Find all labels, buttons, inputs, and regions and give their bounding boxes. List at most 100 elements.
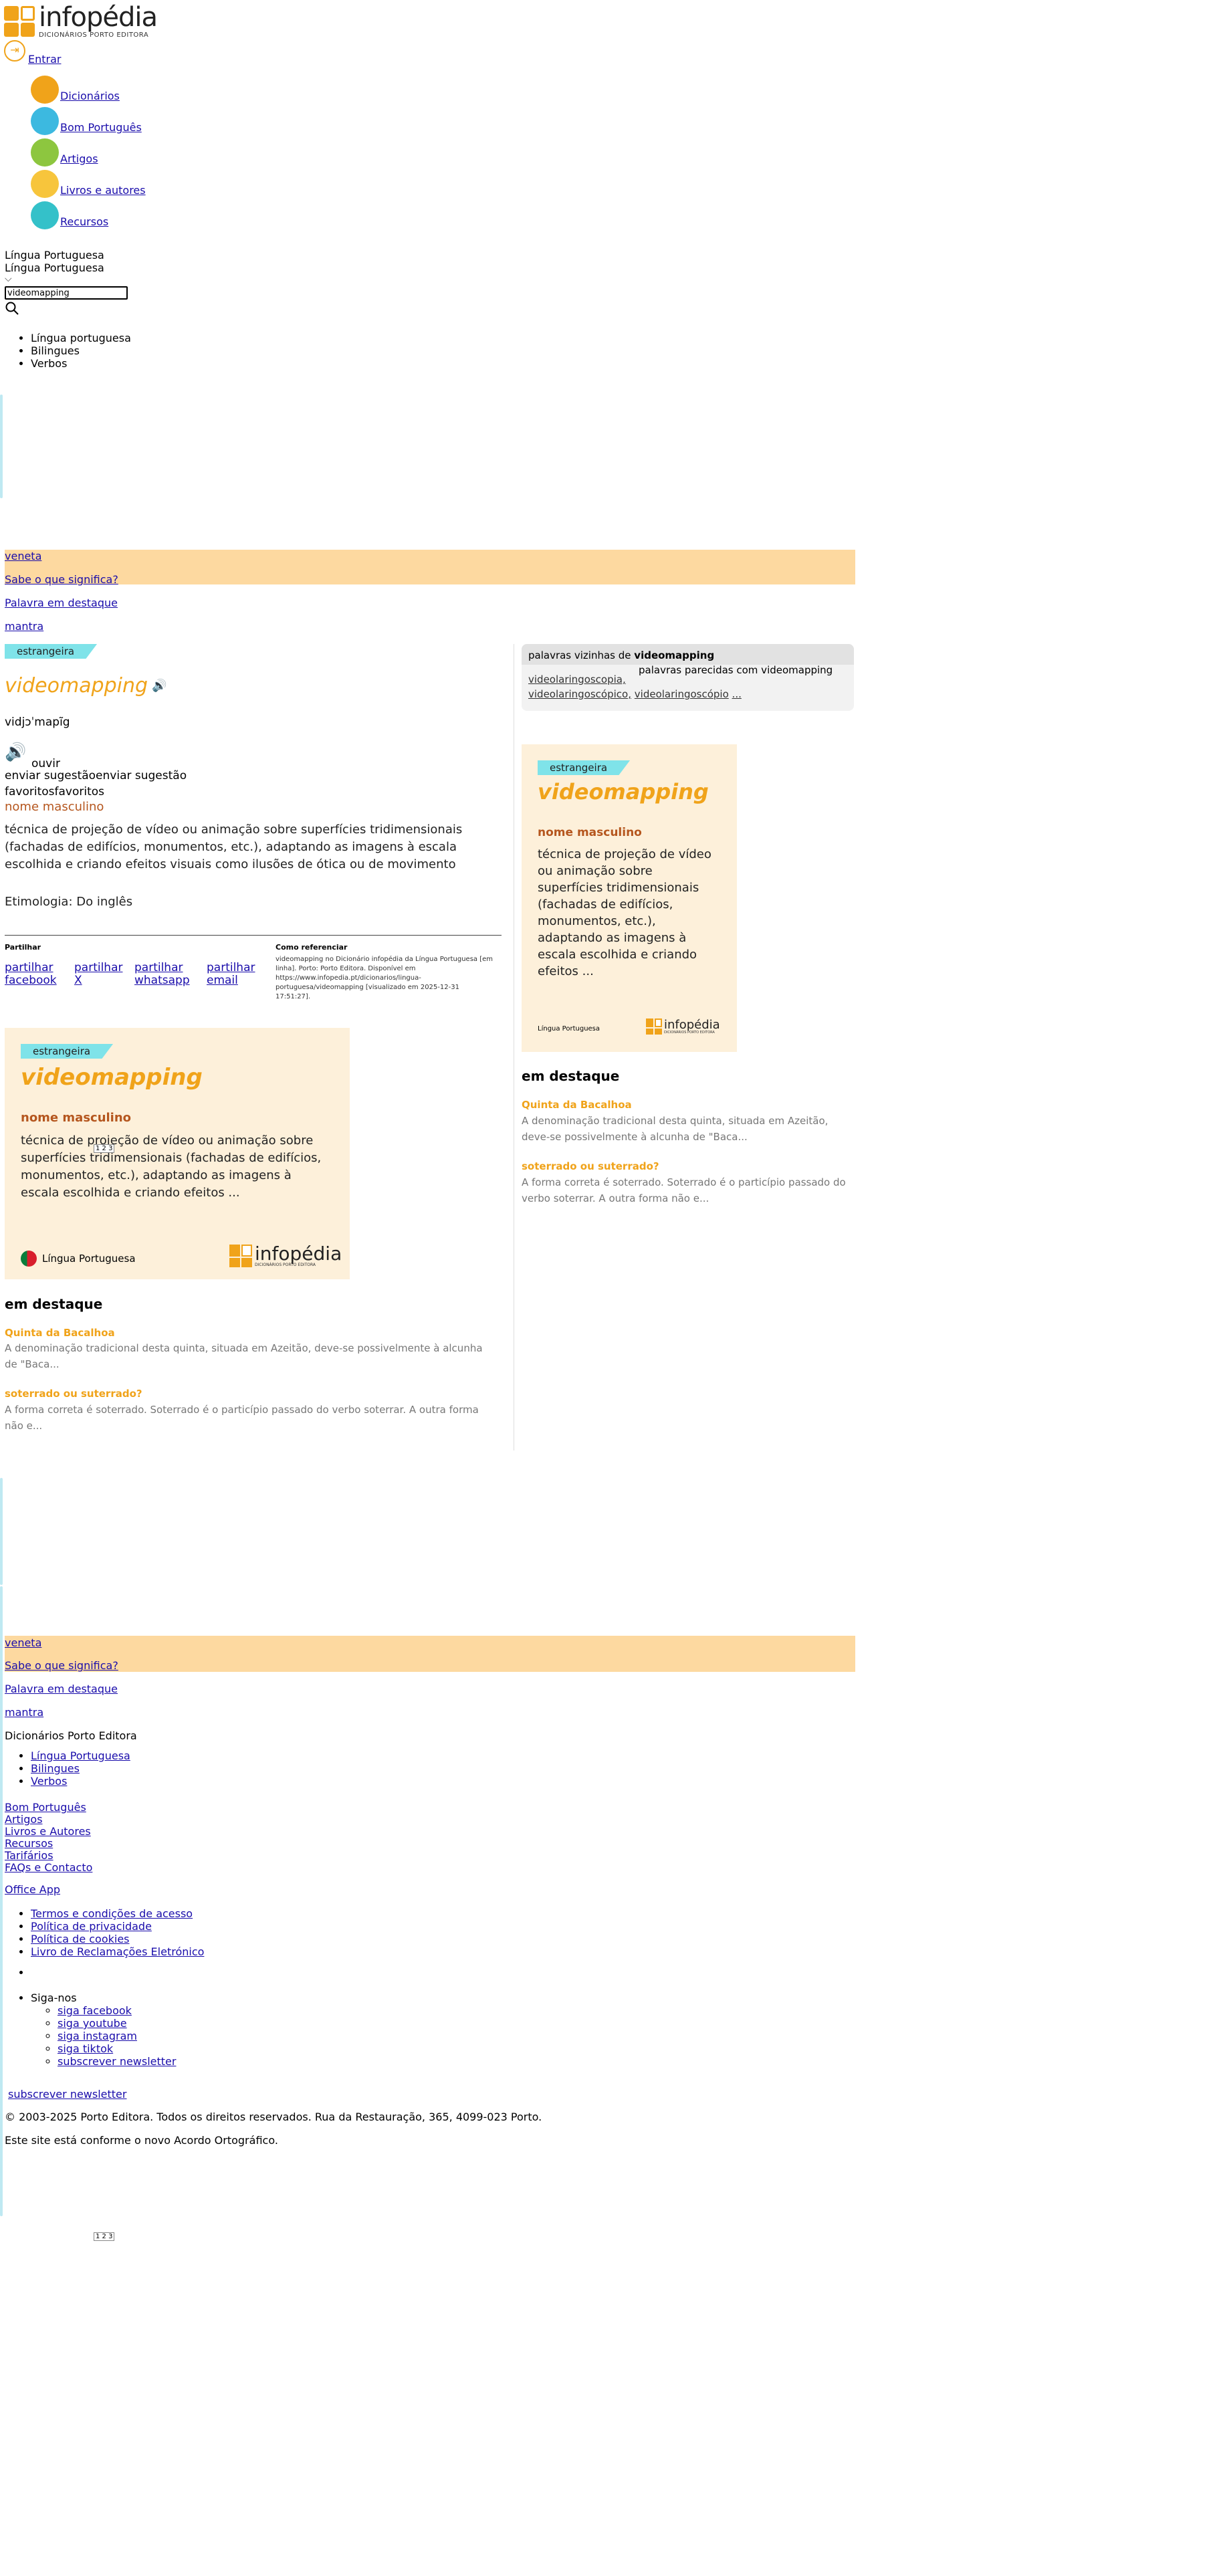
nav-link-bom-portugues[interactable]: Bom Português (60, 121, 142, 134)
nav-link-dictionaries[interactable]: Dicionários (60, 90, 120, 102)
search-option[interactable]: Verbos (31, 357, 131, 370)
promo-link[interactable]: veneta (5, 550, 41, 562)
sidebar-highlights-title: em destaque (522, 1068, 620, 1084)
search-icon[interactable] (5, 301, 19, 318)
ad-placeholder (0, 1478, 3, 1585)
promo-link[interactable]: Palavra em destaque (5, 597, 118, 609)
share-email-link[interactable]: partilhar email (207, 962, 260, 987)
definition: técnica de projeção de vídeo ou animação… (5, 823, 463, 871)
resources-icon (31, 201, 59, 229)
sidebar-highlight-link[interactable]: soterrado ou suterrado? (522, 1160, 659, 1172)
etymology: Etimologia: Do inglês (5, 895, 133, 909)
legal-link[interactable]: Política de cookies (31, 1933, 130, 1945)
footer-link[interactable]: Tarifários (5, 1850, 92, 1862)
neighbor-word-link[interactable]: videolaringoscopia, (528, 673, 626, 685)
nav-item-articles[interactable]: Artigos (31, 136, 146, 168)
logo-name: infopédia (39, 2, 158, 33)
neighbors-more-link[interactable]: ... (732, 688, 742, 700)
sidebar-card-headword: videomapping (538, 779, 709, 804)
legal-link[interactable]: Livro de Reclamações Eletrónico (31, 1945, 204, 1958)
login-link[interactable]: Entrar (28, 53, 61, 66)
share-facebook-link[interactable]: partilhar facebook (5, 962, 66, 987)
legal-link[interactable]: Política de privacidade (31, 1920, 152, 1933)
ad-placeholder (0, 1586, 3, 2216)
brand-logo-icon (229, 1245, 252, 1267)
nav-item-resources[interactable]: Recursos (31, 199, 146, 231)
footer-dictionaries: Língua Portuguesa Bilingues Verbos (15, 1749, 130, 1788)
search-options: Língua portuguesa Bilingues Verbos (15, 332, 131, 370)
entry-tag: estrangeira (5, 644, 98, 659)
login-area[interactable]: ⇥ (4, 40, 25, 62)
office-app-link[interactable]: Office App (5, 1883, 60, 1896)
suggest-button[interactable]: enviar sugestãoenviar sugestão (5, 769, 187, 782)
footer-spacer (31, 1966, 176, 1992)
highlight-text: A forma correta é soterrado. Soterrado é… (5, 1404, 479, 1432)
tiktok-icon[interactable]: siga tiktok (58, 2042, 113, 2055)
entry-headword: videomapping (5, 674, 148, 697)
promo-link[interactable]: mantra (5, 620, 43, 633)
promo-link[interactable]: mantra (5, 1706, 43, 1719)
footer-dict-link[interactable]: Verbos (31, 1775, 67, 1788)
sidebar-highlight-text: A denominação tradicional desta quinta, … (522, 1115, 829, 1143)
cite-text: videomapping no Dicionário infopédia da … (276, 956, 493, 1000)
login-icon: ⇥ (4, 40, 25, 62)
sidebar-highlight-link[interactable]: Quinta da Bacalhoa (522, 1099, 632, 1111)
speaker-icon[interactable]: 🔊 (152, 679, 167, 693)
promo-link[interactable]: Palavra em destaque (5, 1683, 118, 1695)
footer-link[interactable]: Bom Português (5, 1802, 92, 1814)
footer-dict-link[interactable]: Língua Portuguesa (31, 1749, 130, 1762)
follow-label: Siga-nos (31, 1992, 77, 2004)
newsletter-link[interactable]: subscrever newsletter (58, 2055, 176, 2068)
nav-item-bom-portugues[interactable]: Bom Português (31, 105, 146, 136)
nav-item-books-authors[interactable]: Livros e autores (31, 168, 146, 199)
sidebar-card-brand: infopédia DICIONÁRIOS PORTO EDITORA (646, 1018, 720, 1035)
favorites-button[interactable]: favoritosfavoritos (5, 785, 104, 798)
footer-dict-link[interactable]: Bilingues (31, 1762, 80, 1775)
search-option[interactable]: Bilingues (31, 344, 131, 357)
promo-link[interactable]: Sabe o que significa? (5, 573, 118, 586)
footer-link[interactable]: Artigos (5, 1814, 92, 1826)
sidebar-card-definition: técnica de projeção de vídeo ou animação… (538, 847, 711, 978)
neighbor-word-link[interactable]: videolaringoscópio (635, 688, 729, 700)
bottom-pager[interactable]: 1 2 3 (94, 2232, 115, 2241)
neighbors-box: palavras vizinhas de videomapping palavr… (522, 644, 854, 711)
promo-link[interactable]: Sabe o que significa? (5, 1659, 118, 1672)
facebook-icon[interactable]: siga facebook (58, 2004, 132, 2017)
instagram-icon[interactable]: siga instagram (58, 2030, 137, 2042)
main-nav: Dicionários Bom Português Artigos Livros… (15, 74, 146, 231)
promo-link[interactable]: veneta (5, 1636, 41, 1649)
neighbor-word-link[interactable]: videolaringoscópico, (528, 688, 631, 700)
highlights-title: em destaque (5, 1296, 103, 1312)
books-authors-icon (31, 169, 59, 198)
dictionary-selected-label: Língua Portuguesa (5, 261, 104, 274)
search-option[interactable]: Língua portuguesa (31, 332, 131, 344)
footer-link[interactable]: FAQs e Contacto (5, 1862, 92, 1874)
highlight-text: A denominação tradicional desta quinta, … (5, 1342, 483, 1370)
footer-legal: Termos e condições de acesso Política de… (15, 1907, 204, 1958)
nav-link-resources[interactable]: Recursos (60, 215, 108, 228)
search-input[interactable] (5, 286, 128, 300)
infopedia-logo[interactable]: infopédia DICIONÁRIOS PORTO EDITORA (4, 2, 158, 39)
legal-link[interactable]: Termos e condições de acesso (31, 1907, 193, 1920)
card-pager[interactable]: 1 2 3 (94, 1144, 115, 1153)
nav-item-dictionaries[interactable]: Dicionários (31, 74, 146, 105)
footer-link[interactable]: Livros e Autores (5, 1826, 92, 1838)
sidebar-highlight-text: A forma correta é soterrado. Soterrado é… (522, 1176, 846, 1204)
footer-brand: Dicionários Porto Editora (5, 1729, 137, 1742)
portugal-flag-icon (21, 1251, 37, 1267)
divider (5, 935, 502, 936)
nav-link-articles[interactable]: Artigos (60, 152, 98, 165)
youtube-icon[interactable]: siga youtube (58, 2017, 127, 2030)
dictionary-select[interactable]: Língua Portuguesa Língua Portuguesa ⌵ (5, 249, 104, 284)
footer-link[interactable]: Recursos (5, 1838, 92, 1850)
highlight-title-link[interactable]: soterrado ou suterrado? (5, 1388, 142, 1400)
dictionaries-icon (31, 75, 59, 104)
share-whatsapp-link[interactable]: partilhar whatsapp (134, 962, 199, 987)
nav-link-books-authors[interactable]: Livros e autores (60, 184, 146, 197)
speaker-icon: 🔊 (5, 742, 27, 762)
newsletter-button[interactable]: subscrever newsletter (8, 2088, 126, 2101)
share-x-link[interactable]: partilhar X (74, 962, 126, 987)
copyright: © 2003-2025 Porto Editora. Todos os dire… (5, 2111, 542, 2123)
sidebar-word-card: estrangeira videomapping nome masculino … (522, 744, 737, 1052)
highlight-title-link[interactable]: Quinta da Bacalhoa (5, 1327, 115, 1339)
